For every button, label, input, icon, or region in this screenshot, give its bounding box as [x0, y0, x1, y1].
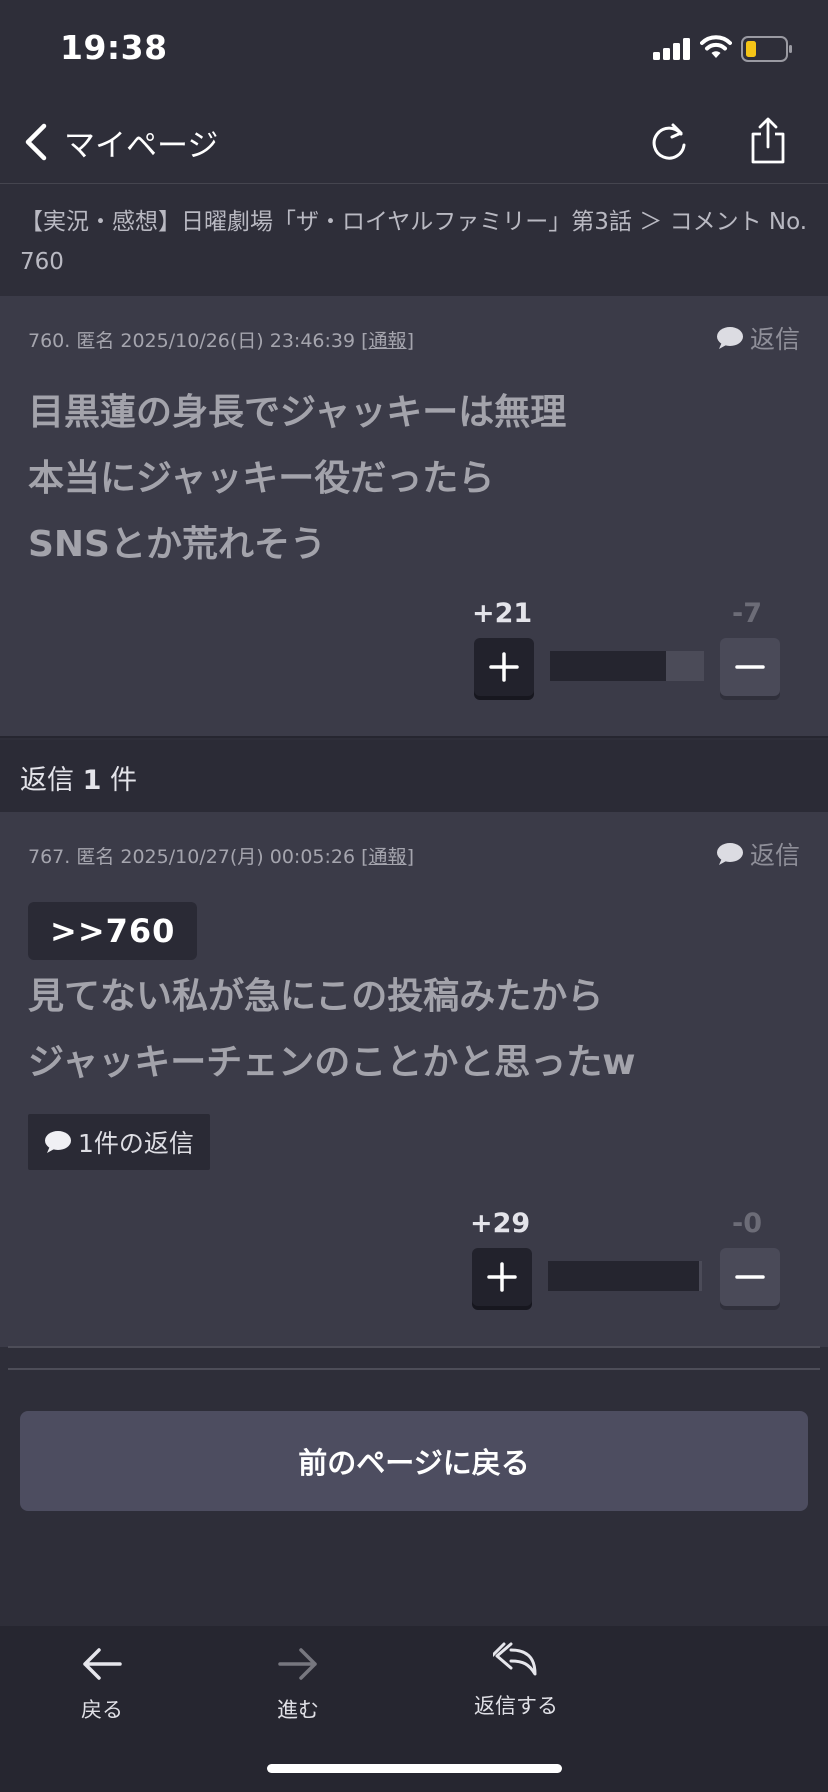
vote-ratio-fill	[548, 1261, 699, 1291]
wifi-icon	[700, 35, 732, 58]
toolbar-forward-button[interactable]: 進む	[228, 1644, 368, 1724]
comment-body: 見てない私が急にこの投稿みたから ジャッキーチェンのことかと思ったw	[28, 964, 635, 1096]
battery-icon	[741, 36, 792, 62]
reload-icon[interactable]	[648, 118, 690, 164]
comment-line: SNSとか荒れそう	[28, 524, 326, 565]
replies-header-unit: 件	[109, 765, 137, 796]
share-icon[interactable]	[748, 116, 788, 166]
plus-vote-button[interactable]	[472, 1248, 532, 1306]
comment-card-767: 767. 匿名 2025/10/27(月) 00:05:26 [通報] 返信 >…	[0, 812, 828, 1347]
replies-header-text: 返信 1 件	[20, 758, 137, 797]
page: 19:38 マイページ 【実況・感想】日曜劇場「ザ・ロイヤルファミリー」第3話 …	[0, 0, 828, 1792]
comment-body: 目黒蓮の身長でジャッキーは無理 本当にジャッキー役だったら SNSとか荒れそう	[28, 380, 566, 578]
minus-vote-button[interactable]	[720, 1248, 780, 1306]
plus-vote-count: +21	[472, 598, 533, 629]
breadcrumb[interactable]: 【実況・感想】日曜劇場「ザ・ロイヤルファミリー」第3話 ＞ コメント No. 7…	[20, 202, 810, 282]
minus-vote-count: -7	[732, 598, 762, 629]
toolbar-back-label: 戻る	[81, 1698, 123, 1722]
comment-card-760: 760. 匿名 2025/10/26(日) 23:46:39 [通報] 返信 目…	[0, 296, 828, 738]
comment-meta: 767. 匿名 2025/10/27(月) 00:05:26 [通報]	[28, 842, 414, 869]
view-replies-button[interactable]: 1件の返信	[28, 1114, 210, 1170]
previous-page-button[interactable]: 前のページに戻る	[20, 1411, 808, 1511]
reply-link[interactable]: 返信	[716, 836, 800, 872]
plus-icon	[489, 652, 519, 682]
comment-meta-text: 767. 匿名 2025/10/27(月) 00:05:26 [	[28, 846, 369, 868]
comment-meta-text: 760. 匿名 2025/10/26(日) 23:46:39 [	[28, 330, 369, 352]
replies-count: 1	[82, 765, 102, 796]
toolbar-reply-label: 返信する	[474, 1694, 558, 1718]
speech-bubble-icon	[45, 1131, 71, 1153]
toolbar-forward-label: 進む	[277, 1698, 319, 1722]
arrow-left-icon	[83, 1648, 122, 1680]
minus-icon	[735, 665, 765, 669]
toolbar-back-button[interactable]: 戻る	[32, 1644, 172, 1724]
chevron-left-icon	[25, 123, 47, 161]
reply-arrow-icon	[493, 1642, 537, 1676]
home-indicator	[267, 1764, 562, 1773]
reply-label: 返信	[749, 325, 800, 354]
nav-bar: マイページ	[0, 100, 828, 184]
back-to-mypage-button[interactable]: マイページ	[22, 118, 218, 166]
view-replies-label: 1件の返信	[78, 1129, 194, 1158]
vote-ratio-bar	[548, 1261, 702, 1291]
toolbar-reply-button[interactable]: 返信する	[446, 1640, 586, 1720]
back-label: マイページ	[64, 127, 219, 164]
comment-meta-close: ]	[406, 330, 414, 352]
divider	[8, 1346, 820, 1348]
speech-bubble-icon	[716, 843, 743, 865]
plus-icon	[487, 1262, 517, 1292]
replies-header-label: 返信	[20, 765, 74, 796]
comment-line: 本当にジャッキー役だったら	[28, 458, 495, 499]
reply-label: 返信	[749, 841, 800, 870]
signal-icon	[653, 38, 691, 60]
plus-vote-count: +29	[470, 1208, 531, 1239]
speech-bubble-icon	[716, 327, 743, 349]
replies-header: 返信 1 件	[0, 740, 828, 812]
report-link[interactable]: 通報	[369, 846, 407, 868]
divider	[8, 1368, 820, 1370]
minus-icon	[735, 1275, 765, 1279]
status-time: 19:38	[60, 28, 168, 67]
comment-line: 目黒蓮の身長でジャッキーは無理	[28, 392, 567, 433]
arrow-right-icon	[278, 1648, 317, 1680]
comment-meta-close: ]	[406, 846, 414, 868]
vote-ratio-bar	[550, 651, 704, 681]
comment-line: ジャッキーチェンのことかと思ったw	[28, 1042, 636, 1083]
comment-line: 見てない私が急にこの投稿みたから	[28, 976, 604, 1017]
comment-meta: 760. 匿名 2025/10/26(日) 23:46:39 [通報]	[28, 326, 414, 353]
reply-link[interactable]: 返信	[716, 320, 800, 356]
report-link[interactable]: 通報	[369, 330, 407, 352]
anchor-link-760[interactable]: >>760	[28, 902, 198, 960]
minus-vote-count: -0	[732, 1208, 762, 1239]
bottom-spacer	[0, 1550, 828, 1626]
vote-ratio-fill	[550, 651, 666, 681]
plus-vote-button[interactable]	[474, 638, 534, 696]
minus-vote-button[interactable]	[720, 638, 780, 696]
status-bar: 19:38	[0, 0, 828, 100]
